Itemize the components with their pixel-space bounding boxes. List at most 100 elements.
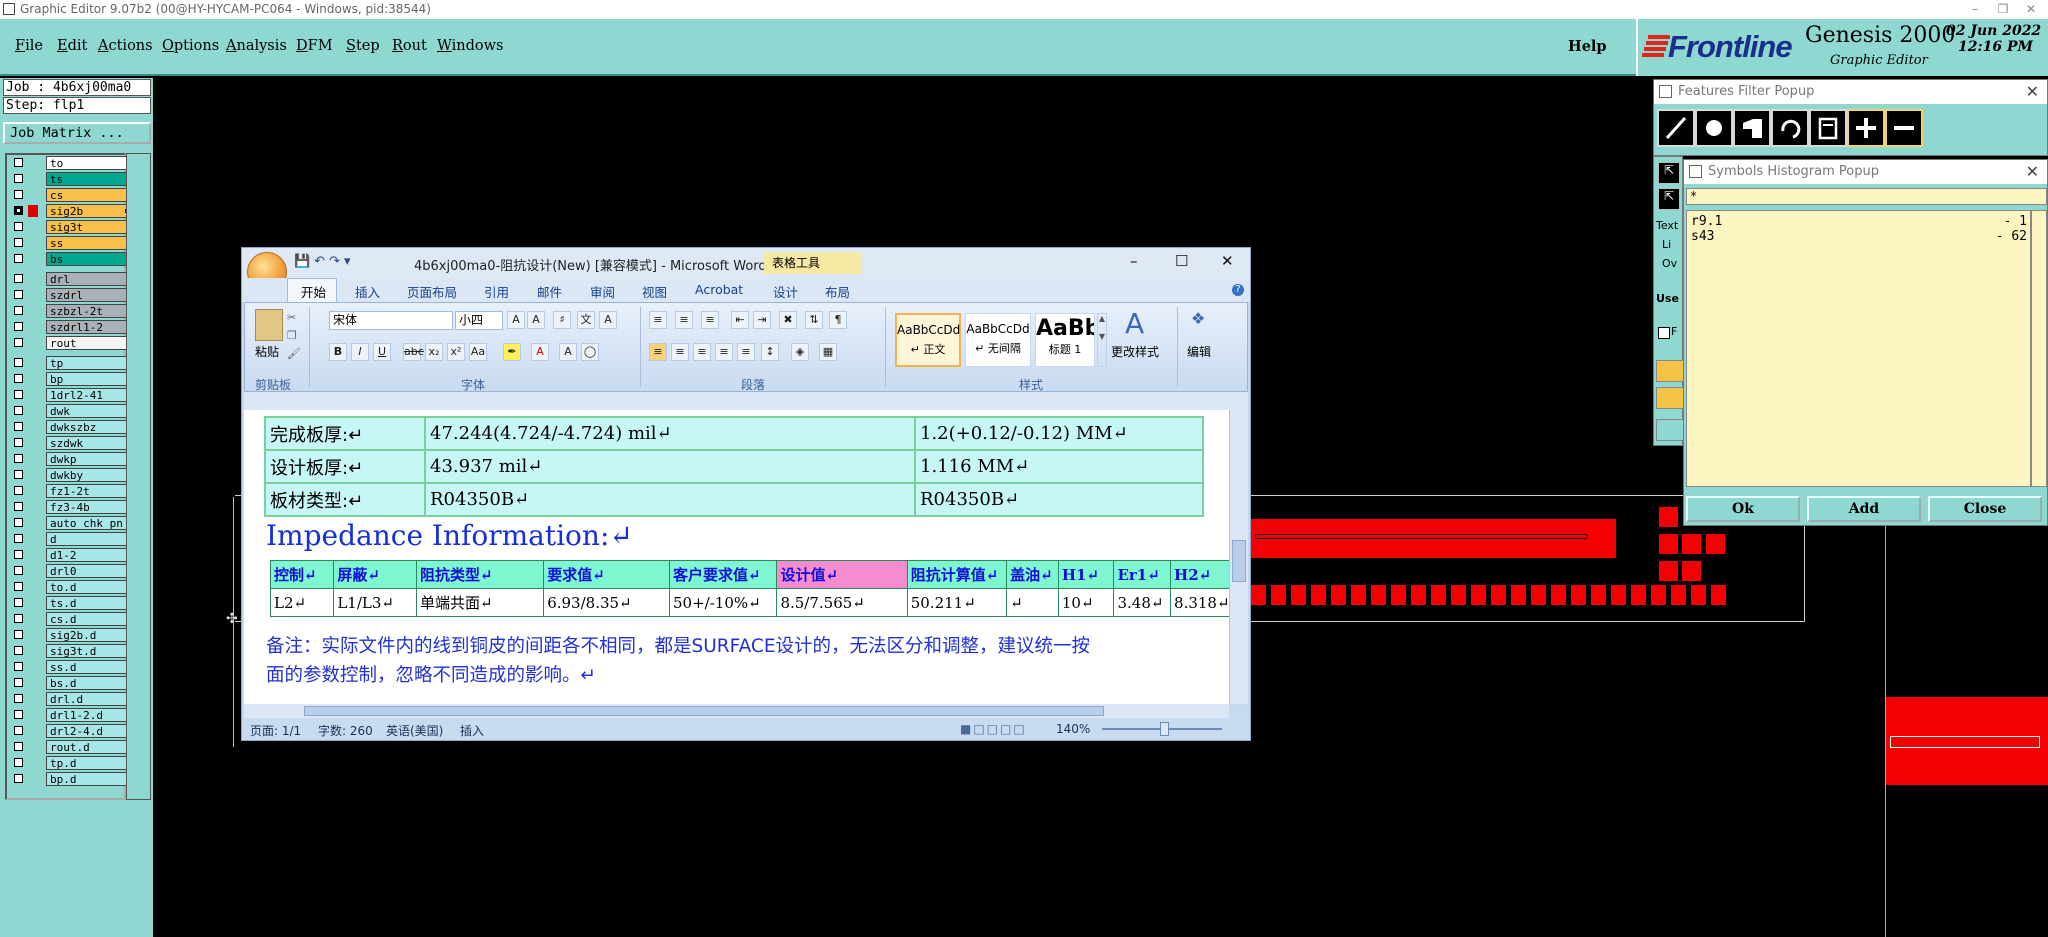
- table-header-cell[interactable]: 客户要求值↵: [669, 560, 778, 589]
- status-language[interactable]: 英语(美国): [386, 722, 443, 739]
- help-icon[interactable]: ?: [1232, 284, 1244, 296]
- line-spacing-button[interactable]: ↕: [761, 343, 779, 361]
- layer-row[interactable]: to: [10, 156, 133, 170]
- layer-name[interactable]: drl0: [46, 564, 133, 578]
- style-no-spacing[interactable]: AaBbCcDd ↵ 无间隔: [965, 313, 1031, 367]
- layer-name[interactable]: sig3t.d: [46, 644, 133, 658]
- ffp-close-icon[interactable]: ✕: [2026, 80, 2039, 104]
- layer-checkbox[interactable]: [14, 518, 23, 527]
- layer-checkbox[interactable]: [14, 206, 23, 215]
- table-header-cell[interactable]: 屏蔽↵: [333, 560, 417, 589]
- menu-options[interactable]: Options: [162, 38, 219, 54]
- layer-row[interactable]: drl2-4.d: [10, 724, 133, 738]
- layer-checkbox[interactable]: [14, 662, 23, 671]
- add-button[interactable]: Add: [1807, 496, 1921, 522]
- table-cell[interactable]: 1.2(+0.12/-0.12) MM↵: [914, 416, 1204, 451]
- layer-checkbox[interactable]: [14, 758, 23, 767]
- table-cell[interactable]: 设计板厚:↵: [264, 449, 426, 484]
- strike-button[interactable]: abc: [403, 343, 424, 361]
- table-cell[interactable]: 6.93/8.35↵: [543, 588, 671, 617]
- layer-row[interactable]: drl1-2.d: [10, 708, 133, 722]
- table-cell[interactable]: 板材类型:↵: [264, 482, 426, 517]
- align-right-button[interactable]: ≡: [693, 343, 711, 361]
- layer-list[interactable]: to ts cs sig2b sig3t ss bs drl szdrl szbzl-2t szdr…: [5, 153, 133, 800]
- table-header-cell[interactable]: Er1↵: [1113, 560, 1172, 589]
- align-left-button[interactable]: ≡: [649, 343, 667, 361]
- layer-checkbox[interactable]: [14, 630, 23, 639]
- layer-name[interactable]: bs: [46, 252, 133, 266]
- table-cell[interactable]: 3.48↵: [1113, 588, 1172, 617]
- table-cell[interactable]: 8.318↵: [1170, 588, 1229, 617]
- word-minimize-button[interactable]: –: [1130, 252, 1138, 270]
- ribbon-tab[interactable]: 邮件: [537, 282, 562, 301]
- layer-name[interactable]: ss: [46, 236, 133, 250]
- menu-rout[interactable]: Rout: [392, 38, 427, 54]
- layer-row[interactable]: rout: [10, 336, 133, 350]
- align-center-button[interactable]: ≡: [671, 343, 689, 361]
- layer-row[interactable]: szdrl1-2: [10, 320, 133, 334]
- layer-name[interactable]: rout: [46, 336, 133, 350]
- layer-row[interactable]: bs.d: [10, 676, 133, 690]
- menu-help[interactable]: Help: [1568, 38, 1607, 55]
- font-name-select[interactable]: 宋体: [329, 311, 453, 330]
- layer-name[interactable]: auto_chk_pn_: [46, 516, 133, 530]
- bold-button[interactable]: B: [329, 343, 347, 361]
- layer-checkbox[interactable]: [14, 222, 23, 231]
- ribbon-tab[interactable]: 插入: [355, 282, 380, 301]
- superscript-button[interactable]: x²: [447, 343, 465, 361]
- font-size-select[interactable]: 小四: [455, 311, 503, 330]
- layer-name[interactable]: bs.d: [46, 676, 133, 690]
- layer-row[interactable]: ss: [10, 236, 133, 250]
- table-cell[interactable]: 43.937 mil↵: [424, 449, 916, 484]
- layer-checkbox[interactable]: [14, 646, 23, 655]
- layer-checkbox[interactable]: [14, 726, 23, 735]
- clipboard-small-icons[interactable]: ✂ ❐ 🖌: [287, 309, 301, 363]
- table-cell[interactable]: R04350B↵: [914, 482, 1204, 517]
- table-cell[interactable]: L1/L3↵: [333, 588, 417, 617]
- change-case-button[interactable]: Aa: [469, 343, 487, 361]
- layer-row[interactable]: tp: [10, 356, 133, 370]
- layer-row[interactable]: dwkp: [10, 452, 133, 466]
- layer-checkbox[interactable]: [14, 406, 23, 415]
- layer-checkbox[interactable]: [14, 502, 23, 511]
- menu-analysis[interactable]: Analysis: [226, 38, 287, 54]
- table-cell[interactable]: 50+/-10%↵: [669, 588, 778, 617]
- vertical-scroll-thumb[interactable]: [1232, 540, 1246, 582]
- layer-row[interactable]: cs.d: [10, 612, 133, 626]
- layer-row[interactable]: auto_chk_pn_: [10, 516, 133, 530]
- layer-name[interactable]: szdrl: [46, 288, 133, 302]
- layer-checkbox[interactable]: [14, 774, 23, 783]
- table-cell[interactable]: 完成板厚:↵: [264, 416, 426, 451]
- surface-feature-icon[interactable]: [1733, 109, 1771, 147]
- document-area[interactable]: 完成板厚:↵ 47.244(4.724/-4.724) mil↵ 1.2(+0.12…: [244, 410, 1229, 704]
- char-border-button[interactable]: A: [599, 311, 617, 329]
- layer-row[interactable]: bp: [10, 372, 133, 386]
- layer-name[interactable]: d1-2: [46, 548, 133, 562]
- view-buttons[interactable]: ■□□□□: [960, 722, 1027, 736]
- layer-row[interactable]: drl0: [10, 564, 133, 578]
- table-header-cell[interactable]: 阻抗计算值↵: [906, 560, 1008, 589]
- shrink-font-button[interactable]: A: [527, 311, 545, 329]
- word-close-button[interactable]: ✕: [1221, 252, 1234, 270]
- layer-checkbox[interactable]: [14, 422, 23, 431]
- list-item[interactable]: r9.1 - 1: [1691, 214, 2027, 229]
- layer-checkbox[interactable]: [14, 454, 23, 463]
- table-header-cell[interactable]: H1↵: [1057, 560, 1115, 589]
- quick-access-toolbar[interactable]: 💾↶↷▾: [294, 254, 355, 269]
- subscript-button[interactable]: x₂: [425, 343, 443, 361]
- change-styles-icon[interactable]: A: [1125, 307, 1144, 340]
- layer-name[interactable]: sig3t: [46, 220, 133, 234]
- status-mode[interactable]: 插入: [460, 722, 484, 739]
- layer-row[interactable]: sig3t.d: [10, 644, 133, 658]
- decrease-indent-button[interactable]: ⇤: [731, 311, 749, 329]
- layer-row[interactable]: 1drl2-41: [10, 388, 133, 402]
- layer-checkbox[interactable]: [14, 470, 23, 479]
- layer-row[interactable]: szbzl-2t: [10, 304, 133, 318]
- layer-name[interactable]: cs: [46, 188, 133, 202]
- distribute-button[interactable]: ≡: [737, 343, 755, 361]
- layer-checkbox[interactable]: [14, 374, 23, 383]
- edit-label[interactable]: 编辑: [1187, 343, 1211, 360]
- text-feature-icon[interactable]: [1809, 109, 1847, 147]
- change-styles-label[interactable]: 更改样式: [1111, 343, 1159, 360]
- layer-name[interactable]: dwk: [46, 404, 133, 418]
